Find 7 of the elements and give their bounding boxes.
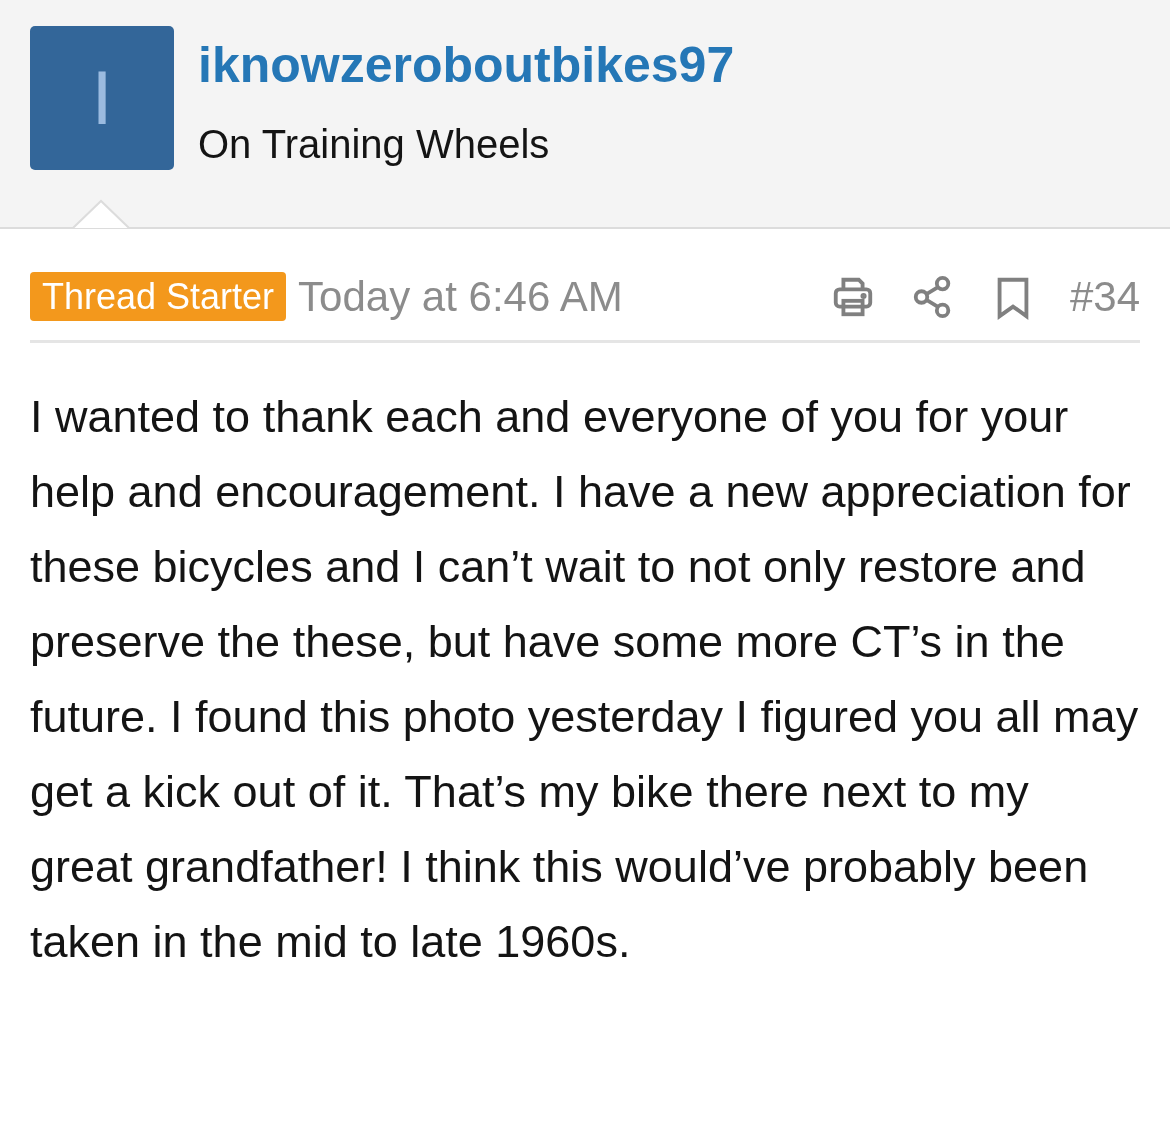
post-number-link[interactable]: #34 xyxy=(1069,265,1140,328)
avatar: I xyxy=(30,26,174,170)
thread-starter-badge: Thread Starter xyxy=(30,271,287,322)
user-title: On Training Wheels xyxy=(198,121,551,168)
username-link[interactable]: iknowzeroboutbikes97 xyxy=(198,40,735,90)
post-time: Today at 6:46 AM xyxy=(298,272,623,322)
post-body-text: I wanted to thank each and everyone of you for your help and encouragement. I have a new appreciation for these bicycles and I can’t wait to not only restore and preserve the these, but have some more CT’s in the future. I found this photo yesterday I figured you all may get a kick out of it. That’s my bike there next to my great grandfather! I think this would’ve probably been taken in the mid to late 1960s. xyxy=(30,390,1140,969)
